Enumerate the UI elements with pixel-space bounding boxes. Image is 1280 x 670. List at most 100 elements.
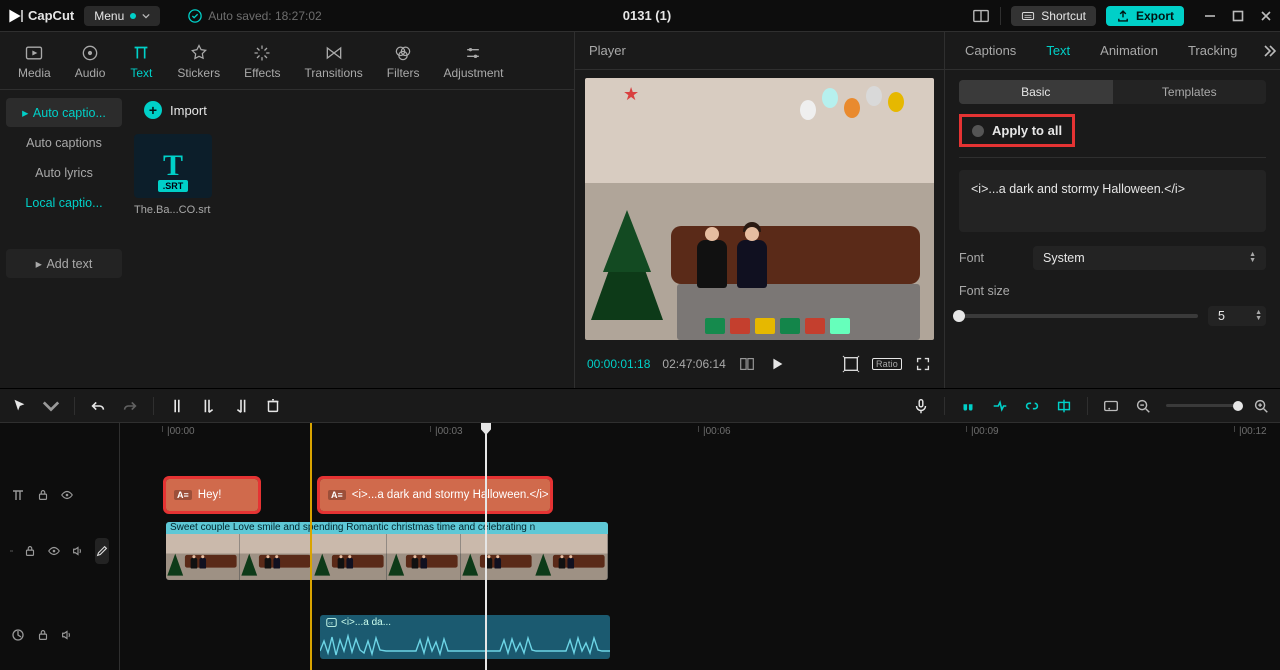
segment-templates[interactable]: Templates [1113, 80, 1267, 104]
text-icon [129, 42, 153, 64]
sidebar-item-add-text[interactable]: ▸ Add text [6, 249, 122, 278]
mute-track-button[interactable] [71, 544, 85, 558]
tab-media[interactable]: Media [18, 42, 51, 80]
compare-button[interactable] [738, 355, 756, 373]
text-clip[interactable]: A≡ Hey! [166, 479, 258, 511]
text-clip[interactable]: A≡ <i>...a dark and stormy Halloween.</i… [320, 479, 550, 511]
radio-unchecked-icon [972, 125, 984, 137]
delete-button[interactable] [264, 397, 282, 415]
play-button[interactable] [768, 355, 786, 373]
toggle-visibility-button[interactable] [60, 488, 74, 502]
total-timecode: 02:47:06:14 [662, 357, 725, 371]
tab-adjustment[interactable]: Adjustment [443, 42, 503, 80]
auto-snap-icon [991, 397, 1009, 415]
fontsize-slider[interactable] [959, 314, 1198, 318]
shortcut-button[interactable]: Shortcut [1011, 6, 1096, 26]
caret-right-icon: ▸ [22, 105, 28, 120]
preview-toggle-button[interactable] [1102, 397, 1120, 415]
lock-track-button[interactable] [36, 488, 50, 502]
tab-audio[interactable]: Audio [75, 42, 106, 80]
eye-icon [47, 544, 61, 558]
zoom-in-button[interactable] [1252, 397, 1270, 415]
delete-icon [264, 397, 282, 415]
lock-track-button[interactable] [23, 544, 37, 558]
tab-text[interactable]: Text [129, 42, 153, 80]
media-icon [22, 42, 46, 64]
layout-button[interactable] [972, 7, 990, 25]
pointer-tool-button[interactable] [10, 397, 28, 415]
apply-all-checkbox[interactable]: Apply to all [962, 117, 1072, 144]
toggle-visibility-button[interactable] [47, 544, 61, 558]
caption-text-input[interactable]: <i>...a dark and stormy Halloween.</i> [959, 170, 1266, 232]
trim-right-button[interactable] [232, 397, 250, 415]
filters-icon [391, 42, 415, 64]
segment-basic[interactable]: Basic [959, 80, 1113, 104]
pencil-icon [95, 544, 109, 558]
record-voiceover-button[interactable] [912, 397, 930, 415]
redo-button[interactable] [121, 397, 139, 415]
inspector-tab-tracking[interactable]: Tracking [1174, 37, 1251, 64]
sidebar-item-local-captions[interactable]: Local captio... [6, 189, 122, 217]
app-name: CapCut [28, 8, 74, 23]
font-select[interactable]: System ▲▼ [1033, 246, 1266, 270]
sidebar-item-auto-lyrics[interactable]: Auto lyrics [6, 159, 122, 187]
tab-effects[interactable]: Effects [244, 42, 280, 80]
video-track-header [0, 519, 119, 583]
import-button[interactable]: + Import [134, 96, 217, 124]
track-headers [0, 423, 120, 670]
lock-icon [36, 628, 50, 642]
audio-clip[interactable]: cc <i>...a da... [320, 615, 610, 659]
window-minimize-button[interactable] [1204, 10, 1216, 22]
lock-icon [23, 544, 37, 558]
in-point-marker[interactable] [310, 423, 312, 670]
tab-stickers[interactable]: Stickers [177, 42, 220, 80]
text-track-header [0, 471, 119, 519]
sidebar-item-auto-captions-1[interactable]: ▸ Auto captio... [6, 98, 122, 127]
player-viewport[interactable]: ★ [585, 78, 934, 340]
tab-filters[interactable]: Filters [387, 42, 420, 80]
export-icon [1116, 9, 1130, 23]
inspector-more-button[interactable] [1253, 43, 1280, 59]
magnet-icon [959, 397, 977, 415]
split-button[interactable] [168, 397, 186, 415]
sidebar-item-auto-captions-2[interactable]: Auto captions [6, 129, 122, 157]
window-close-button[interactable] [1260, 10, 1272, 22]
inspector-tab-text[interactable]: Text [1032, 37, 1084, 64]
edit-track-button[interactable] [95, 538, 109, 564]
undo-button[interactable] [89, 397, 107, 415]
time-ruler[interactable]: |00:00 |00:03 |00:06 |00:09 |00:12 [120, 423, 1280, 443]
zoom-out-button[interactable] [1134, 397, 1152, 415]
shortcut-label: Shortcut [1041, 9, 1086, 23]
window-maximize-button[interactable] [1232, 10, 1244, 22]
tab-transitions[interactable]: Transitions [305, 42, 363, 80]
fullscreen-button[interactable] [914, 355, 932, 373]
minimize-icon [1204, 10, 1216, 22]
menu-button[interactable]: Menu [84, 6, 160, 26]
tracks-area[interactable]: |00:00 |00:03 |00:06 |00:09 |00:12 A≡ He… [120, 423, 1280, 670]
magnet-button[interactable] [959, 397, 977, 415]
mute-track-button[interactable] [60, 628, 74, 642]
ruler-tick: |00:03 [430, 426, 463, 432]
inspector-tab-animation[interactable]: Animation [1086, 37, 1172, 64]
export-button[interactable]: Export [1106, 6, 1184, 26]
auto-snap-button[interactable] [991, 397, 1009, 415]
zoom-slider[interactable] [1166, 404, 1238, 407]
trim-left-button[interactable] [200, 397, 218, 415]
transitions-icon [322, 42, 346, 64]
speaker-icon [60, 628, 74, 642]
lock-track-button[interactable] [36, 628, 50, 642]
fontsize-label: Font size [959, 284, 1266, 298]
safezone-button[interactable] [842, 355, 860, 373]
export-label: Export [1136, 9, 1174, 23]
linkage-button[interactable] [1023, 397, 1041, 415]
project-title: 0131 (1) [322, 8, 973, 23]
asset-item[interactable]: T .SRT The.Ba...CO.srt [134, 134, 216, 216]
fontsize-stepper[interactable]: 5 ▲▼ [1208, 306, 1266, 326]
media-pane: Media Audio Text Stickers [0, 32, 575, 388]
pointer-mode-dropdown[interactable] [42, 397, 60, 415]
playhead[interactable] [485, 423, 487, 670]
video-clip[interactable]: Sweet couple Love smile and spending Rom… [166, 522, 608, 580]
ratio-button[interactable]: Ratio [872, 358, 902, 370]
preview-axis-button[interactable] [1055, 397, 1073, 415]
inspector-tab-captions[interactable]: Captions [951, 37, 1030, 64]
